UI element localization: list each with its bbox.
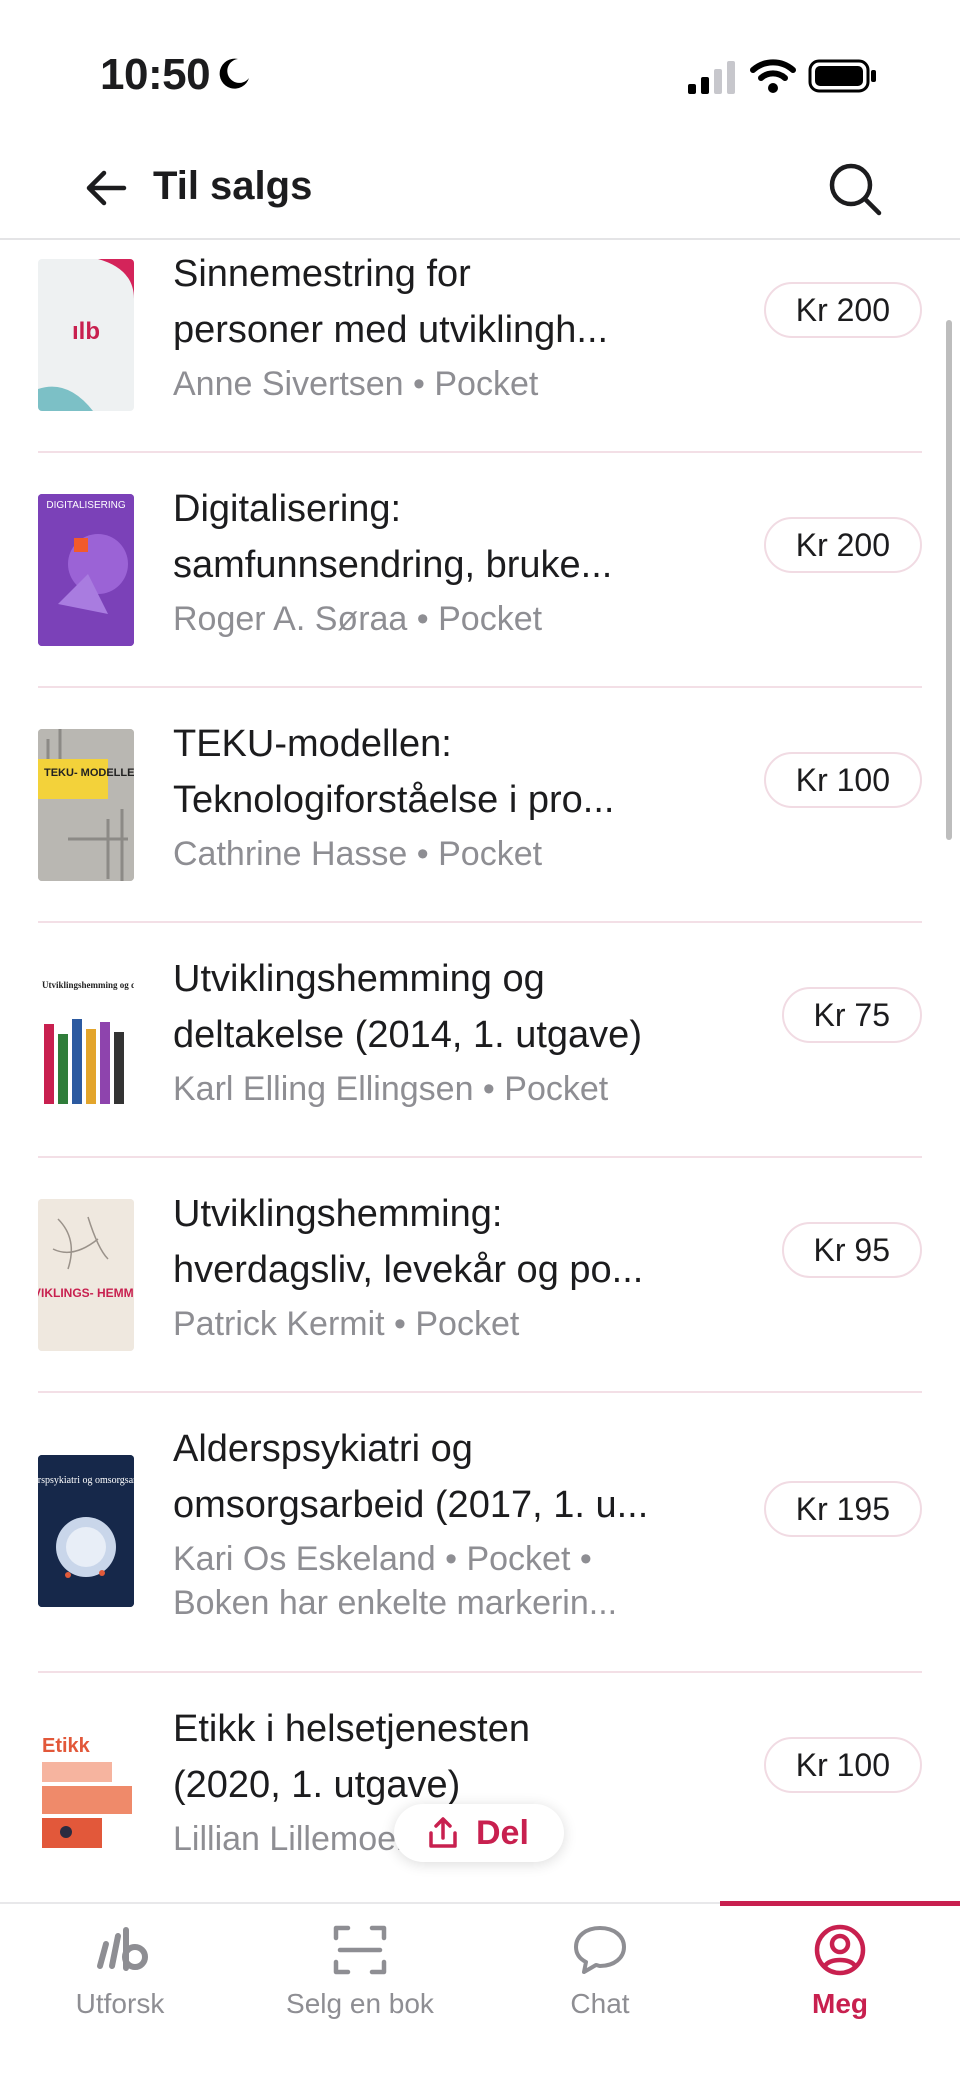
tab-utforsk[interactable]: Utforsk	[0, 1904, 240, 2044]
list-item[interactable]: Alderspsykiatri og omsorgsarbeid Aldersp…	[38, 1393, 922, 1673]
status-bar: 10:50	[0, 0, 960, 150]
cover-title-text: Utviklingshemming og deltakelse	[42, 980, 134, 990]
cellular-signal-icon	[688, 61, 735, 94]
status-time: 10:50	[100, 50, 211, 99]
book-cover-image: Utviklingshemming og deltakelse	[38, 964, 134, 1116]
moon-icon	[219, 58, 249, 89]
book-cover-image: TEKU- MODELLEN	[38, 729, 134, 881]
cover-title-text: UTVIKLINGS- HEMMING	[38, 1286, 134, 1300]
search-icon[interactable]	[826, 160, 884, 218]
cover-title-text: TEKU- MODELLEN	[44, 767, 134, 779]
cover-title-text: DIGITALISERING	[46, 500, 125, 511]
book-list: ılb Sinnemestring for personer med utvikl…	[0, 242, 960, 1902]
book-cover-image: Etikk	[38, 1714, 134, 1866]
book-title: TEKU-modellen: Teknologiforståelse i pro.…	[173, 723, 615, 821]
tab-meg[interactable]: Meg	[720, 1904, 960, 2044]
cover-title-text: Etikk	[42, 1735, 91, 1757]
list-item[interactable]: TEKU- MODELLEN TEKU-modellen: Teknologifo…	[38, 688, 922, 923]
price-badge: Kr 100	[763, 1737, 922, 1793]
book-meta: Patrick Kermit • Pocket	[173, 1305, 520, 1343]
tab-label: Meg	[812, 1988, 868, 2019]
book-title: Sinnemestring for personer med utviklingh…	[173, 253, 609, 351]
chat-bubble-icon	[574, 1926, 626, 1974]
book-meta: Kari Os Eskeland • Pocket • Boken har enk…	[173, 1540, 618, 1622]
book-cover-image: Alderspsykiatri og omsorgsarbeid	[38, 1455, 134, 1607]
book-meta: Cathrine Hasse • Pocket	[173, 835, 543, 873]
list-item[interactable]: Utviklingshemming og deltakelse Utviklin…	[38, 923, 922, 1158]
bottom-tab-bar: Utforsk Selg en bok Chat Meg	[0, 1901, 960, 2087]
book-meta: Anne Sivertsen • Pocket	[173, 365, 539, 403]
wifi-icon	[750, 59, 796, 93]
tab-selg-en-bok[interactable]: Selg en bok	[240, 1904, 480, 2044]
list-item[interactable]: DIGITALISERING Digitalisering: samfunnsen…	[38, 453, 922, 688]
scrollbar[interactable]	[946, 320, 952, 840]
book-title: Utviklingshemming og deltakelse (2014, 1.…	[173, 958, 642, 1056]
page-title: Til salgs	[153, 164, 313, 208]
battery-icon	[808, 59, 876, 93]
tab-chat[interactable]: Chat	[480, 1904, 720, 2044]
share-button[interactable]: Del	[394, 1804, 564, 1862]
list-item[interactable]: UTVIKLINGS- HEMMING Utviklingshemming:hv…	[38, 1158, 922, 1393]
book-meta: Roger A. Søraa • Pocket	[173, 600, 543, 638]
book-cover-image: DIGITALISERING	[38, 494, 134, 646]
book-title: Alderspsykiatri og omsorgsarbeid (2017, 1…	[173, 1428, 649, 1526]
book-title: Etikk i helsetjenesten (2020, 1. utgave)	[173, 1708, 530, 1806]
list-item[interactable]: ılb Sinnemestring for personer med utvikl…	[38, 242, 922, 453]
list-item[interactable]: Etikk Etikk i helsetjenesten (2020, 1. ut…	[38, 1673, 922, 1902]
price-badge: Kr 75	[781, 987, 922, 1043]
cover-logo-text: ılb	[72, 318, 100, 345]
price-badge: Kr 200	[763, 282, 922, 338]
back-arrow-icon[interactable]	[78, 160, 134, 216]
price-badge: Kr 195	[763, 1481, 922, 1537]
price-badge: Kr 200	[763, 517, 922, 573]
book-title: Utviklingshemming: hverdagsliv, levekår o…	[173, 1193, 644, 1291]
share-label: Del	[476, 1814, 529, 1852]
tab-label: Selg en bok	[286, 1988, 434, 2019]
tab-label: Utforsk	[75, 1988, 165, 2019]
price-badge: Kr 95	[781, 1222, 922, 1278]
book-title: Digitalisering: samfunnsendring, bruke...	[173, 488, 613, 586]
book-meta: Karl Elling Ellingsen • Pocket	[173, 1070, 609, 1108]
cover-title-text: Alderspsykiatri og omsorgsarbeid	[38, 1475, 134, 1486]
ulb-logo-icon	[97, 1927, 148, 1971]
tab-label: Chat	[570, 1988, 630, 2019]
price-badge: Kr 100	[763, 752, 922, 808]
book-cover-image: ılb	[38, 259, 134, 411]
share-icon	[429, 1817, 457, 1848]
profile-icon	[814, 1924, 866, 1976]
scan-icon	[333, 1925, 387, 1975]
app-header: Til salgs	[0, 150, 960, 240]
book-cover-image: UTVIKLINGS- HEMMING	[38, 1199, 134, 1351]
